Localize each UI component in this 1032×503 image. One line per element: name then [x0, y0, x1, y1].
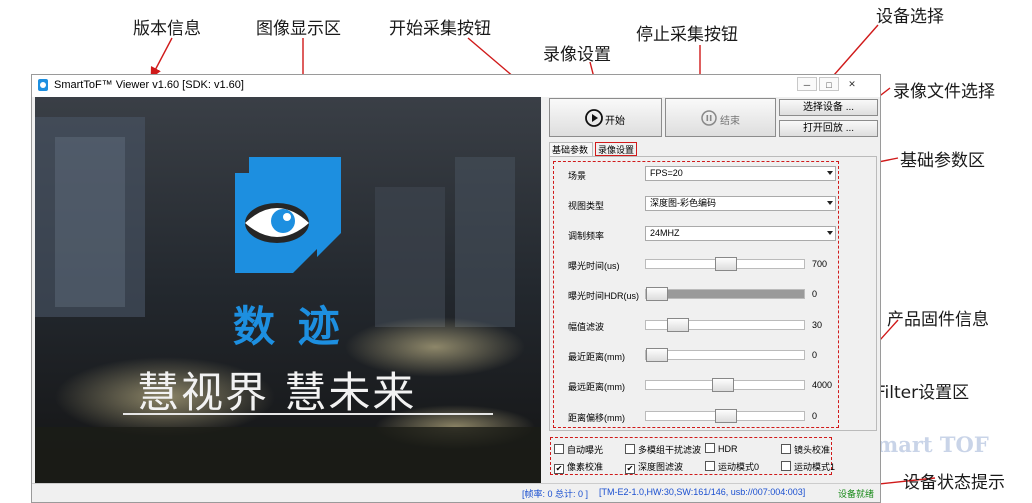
- view-value: 深度图-彩色编码: [650, 198, 716, 208]
- scene-value: FPS=20: [650, 168, 683, 178]
- filter-checkbox[interactable]: 多模组干扰滤波: [625, 443, 701, 456]
- freq-label: 调制频率: [568, 231, 605, 241]
- annotation-display: 图像显示区: [256, 19, 341, 39]
- view-select[interactable]: 深度图-彩色编码: [645, 196, 836, 211]
- checkmark-icon: ✔: [625, 464, 635, 474]
- firmware-info: [TM-E2-1.0,HW:30,SW:161/146, usb://007:0…: [599, 487, 806, 497]
- chevron-down-icon: [827, 231, 833, 235]
- filter-label: 多模组干扰滤波: [638, 445, 702, 455]
- filter-label: 自动曝光: [567, 445, 604, 455]
- select-device-button[interactable]: 选择设备 ...: [779, 99, 878, 116]
- freq-value: 24MHZ: [650, 228, 680, 238]
- tab-basic-params[interactable]: 基础参数: [549, 142, 593, 156]
- filter-label: 像素校准: [567, 462, 604, 472]
- filter-label: 运动模式1: [794, 462, 836, 472]
- frame-rate-status: [帧率: 0 总计: 0 ]: [522, 489, 589, 499]
- annotation-stop: 停止采集按钮: [636, 25, 738, 45]
- slider-thumb[interactable]: [646, 348, 668, 362]
- slogan-underline: [123, 413, 493, 415]
- filter-label: 镜头校准: [794, 445, 831, 455]
- checkbox-box: [781, 461, 791, 471]
- scene-label: 场景: [568, 171, 587, 181]
- filter-checkbox[interactable]: 镜头校准: [781, 443, 830, 456]
- view-label: 视图类型: [568, 201, 605, 211]
- slider-value: 0: [812, 289, 818, 299]
- filter-checkbox[interactable]: 自动曝光: [554, 443, 603, 456]
- filter-checkbox[interactable]: 运动模式1: [781, 460, 835, 473]
- filter-checkbox[interactable]: ✔ 深度图滤波: [625, 460, 683, 474]
- annotation-start: 开始采集按钮: [389, 19, 491, 39]
- slider-value: 0: [812, 350, 818, 360]
- slider-value: 700: [812, 259, 828, 269]
- checkbox-box: [781, 444, 791, 454]
- start-button[interactable]: 开始: [549, 98, 662, 137]
- annotation-filter: Filter设置区: [876, 383, 970, 403]
- slider-value: 4000: [812, 380, 833, 390]
- slider-track[interactable]: [645, 409, 805, 423]
- scene-select[interactable]: FPS=20: [645, 166, 836, 181]
- slider-track[interactable]: [645, 318, 805, 332]
- slider-thumb[interactable]: [715, 409, 737, 423]
- filter-checkbox[interactable]: ✔ 像素校准: [554, 460, 603, 474]
- annotation-device-select: 设备选择: [876, 7, 944, 27]
- annotation-record-file: 录像文件选择: [893, 82, 995, 102]
- window-title: SmartToF™ Viewer v1.60 [SDK: v1.60]: [54, 79, 244, 91]
- slider-track[interactable]: [645, 287, 805, 301]
- filter-label: 深度图滤波: [638, 462, 684, 472]
- annotation-basic-params: 基础参数区: [900, 151, 985, 171]
- app-window: SmartToF™ Viewer v1.60 [SDK: v1.60] ─ □ …: [31, 74, 881, 503]
- checkbox-box: [554, 444, 564, 454]
- slider-thumb[interactable]: [712, 378, 734, 392]
- device-ready-status: 设备就绪: [838, 489, 875, 499]
- filter-label: 运动模式0: [718, 462, 760, 472]
- slider-label: 曝光时间HDR(us): [568, 291, 639, 301]
- logo-text: 数 迹: [233, 302, 344, 351]
- stop-button[interactable]: 结束: [665, 98, 776, 137]
- slider-label: 距离偏移(mm): [568, 413, 625, 423]
- slider-thumb[interactable]: [715, 257, 737, 271]
- chevron-down-icon: [827, 201, 833, 205]
- filter-checkbox[interactable]: 运动模式0: [705, 460, 759, 473]
- slider-track[interactable]: [645, 257, 805, 271]
- slider-track[interactable]: [645, 378, 805, 392]
- slider-track[interactable]: [645, 348, 805, 362]
- start-label: 开始: [605, 116, 625, 127]
- slider-value: 30: [812, 320, 823, 330]
- annotation-device-status: 设备状态提示: [903, 473, 1005, 493]
- filter-checkbox[interactable]: HDR: [705, 443, 738, 454]
- slider-thumb[interactable]: [667, 318, 689, 332]
- slider-label: 最近距离(mm): [568, 352, 625, 362]
- maximize-button[interactable]: □: [819, 77, 839, 91]
- open-replay-button[interactable]: 打开回放 ...: [779, 120, 878, 137]
- freq-select[interactable]: 24MHZ: [645, 226, 836, 241]
- slider-value: 0: [812, 411, 818, 421]
- stop-icon: [701, 110, 717, 126]
- stop-label: 结束: [720, 116, 740, 127]
- play-icon: [585, 109, 603, 127]
- annotation-firmware: 产品固件信息: [887, 310, 989, 330]
- slider-thumb[interactable]: [646, 287, 668, 301]
- app-icon: [38, 79, 48, 91]
- shuji-logo-icon: [235, 157, 341, 273]
- filter-label: HDR: [718, 444, 738, 454]
- watermark: mart TOF: [876, 432, 989, 457]
- basic-params-panel: 场景 FPS=20 视图类型 深度图-彩色编码 调制频率 24MHZ 曝光时间(…: [549, 156, 877, 431]
- slogan-text: 慧视界 慧未来: [137, 368, 417, 417]
- checkmark-icon: ✔: [554, 464, 564, 474]
- minimize-button[interactable]: ─: [797, 77, 817, 91]
- annotation-record: 录像设置: [543, 45, 611, 65]
- slider-label: 最远距离(mm): [568, 382, 625, 392]
- image-display-area: 数 迹 慧视界 慧未来: [35, 97, 541, 483]
- slider-label: 曝光时间(us): [568, 261, 620, 271]
- annotation-version: 版本信息: [133, 19, 201, 39]
- tab-record-settings[interactable]: 录像设置: [595, 142, 637, 156]
- checkbox-box: [705, 461, 715, 471]
- close-button[interactable]: ✕: [842, 77, 862, 91]
- status-bar: [帧率: 0 总计: 0 ] [TM-E2-1.0,HW:30,SW:161/1…: [32, 483, 880, 502]
- slider-label: 幅值滤波: [568, 322, 605, 332]
- title-bar: SmartToF™ Viewer v1.60 [SDK: v1.60] ─ □ …: [32, 75, 880, 97]
- checkbox-box: [705, 443, 715, 453]
- checkbox-box: [625, 444, 635, 454]
- chevron-down-icon: [827, 171, 833, 175]
